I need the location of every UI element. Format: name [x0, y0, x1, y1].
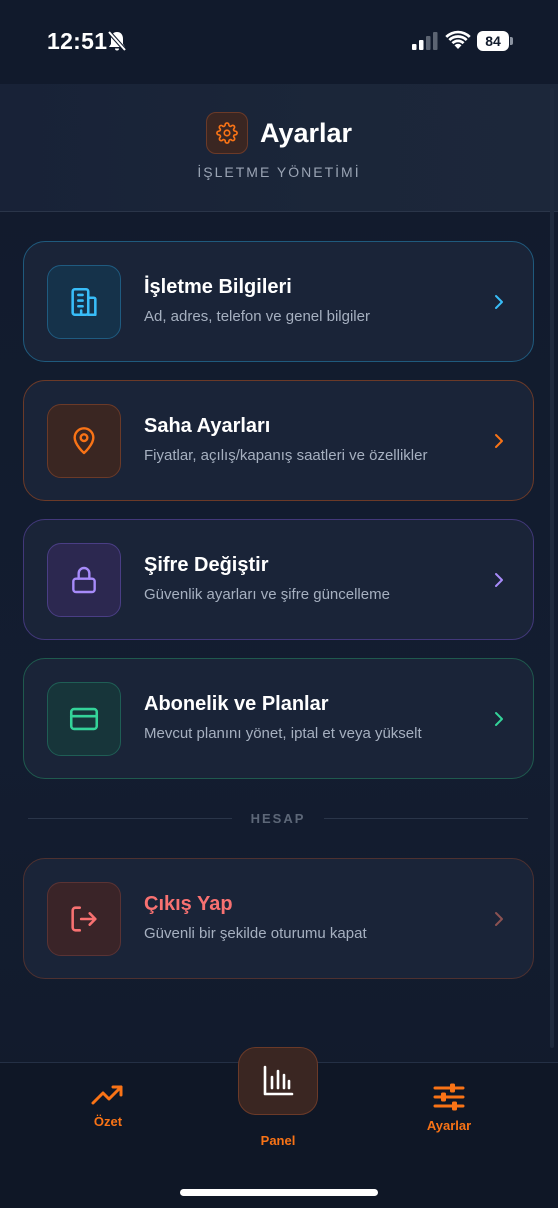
scroll-indicator[interactable] — [550, 88, 554, 1048]
battery-level: 84 — [477, 31, 509, 51]
page-header: Ayarlar İŞLETME YÖNETİMİ — [0, 84, 558, 212]
bell-off-icon — [107, 30, 127, 52]
settings-card-subscription[interactable]: Abonelik ve Planlar Mevcut planını yönet… — [23, 658, 534, 779]
building-icon — [47, 265, 121, 339]
settings-screen: 12:51 84 Ayarlar İŞLETME YÖNETİMİ İşletm… — [0, 0, 558, 1208]
panel-button[interactable] — [238, 1047, 318, 1115]
card-description: Mevcut planını yönet, iptal et veya yüks… — [144, 725, 422, 742]
page-title: Ayarlar — [259, 117, 353, 148]
bar-chart-icon — [263, 1065, 294, 1096]
battery-indicator: 84 — [477, 31, 513, 51]
wifi-icon — [445, 30, 471, 49]
chevron-right-icon — [495, 912, 503, 926]
nav-item-ozet[interactable]: Özet — [68, 1081, 148, 1129]
card-description: Güvenli bir şekilde oturumu kapat — [144, 925, 367, 942]
map-pin-icon — [47, 404, 121, 478]
card-title: Şifre Değiştir — [144, 554, 269, 576]
card-description: Ad, adres, telefon ve genel bilgiler — [144, 308, 370, 325]
status-bar: 12:51 84 — [0, 0, 558, 84]
divider-right — [324, 818, 528, 819]
card-title: Saha Ayarları — [144, 415, 271, 437]
home-indicator[interactable] — [180, 1189, 378, 1196]
bottom-nav: Özet Panel Ayarlar — [0, 1047, 558, 1208]
cellular-signal-icon — [412, 32, 438, 50]
chevron-right-icon — [495, 573, 503, 587]
chevron-right-icon — [495, 434, 503, 448]
gear-icon — [205, 112, 248, 154]
divider-left — [28, 818, 232, 819]
logout-icon — [47, 882, 121, 956]
logout-card[interactable]: Çıkış Yap Güvenli bir şekilde oturumu ka… — [23, 858, 534, 979]
lock-icon — [47, 543, 121, 617]
chevron-right-icon — [495, 295, 503, 309]
trending-up-icon — [91, 1085, 123, 1105]
battery-tip — [510, 37, 513, 45]
nav-item-panel[interactable]: Panel — [238, 1047, 318, 1148]
nav-label-ayarlar: Ayarlar — [426, 1118, 472, 1133]
nav-item-ayarlar[interactable]: Ayarlar — [409, 1081, 489, 1133]
chevron-right-icon — [495, 712, 503, 726]
header-title-row: Ayarlar — [0, 112, 558, 154]
nav-label-panel: Panel — [260, 1133, 296, 1148]
status-time: 12:51 — [47, 28, 108, 54]
card-description: Fiyatlar, açılış/kapanış saatleri ve öze… — [144, 447, 428, 464]
card-title: Abonelik ve Planlar — [144, 693, 329, 715]
settings-card-business-info[interactable]: İşletme Bilgileri Ad, adres, telefon ve … — [23, 241, 534, 362]
settings-card-change-password[interactable]: Şifre Değiştir Güvenlik ayarları ve şifr… — [23, 519, 534, 640]
card-description: Güvenlik ayarları ve şifre güncelleme — [144, 586, 390, 603]
nav-label-ozet: Özet — [93, 1114, 123, 1129]
page-subtitle: İŞLETME YÖNETİMİ — [197, 164, 361, 180]
credit-card-icon — [47, 682, 121, 756]
card-title: İşletme Bilgileri — [144, 276, 292, 298]
card-title: Çıkış Yap — [144, 893, 233, 915]
settings-card-field-settings[interactable]: Saha Ayarları Fiyatlar, açılış/kapanış s… — [23, 380, 534, 501]
section-label-account: HESAP — [250, 811, 306, 826]
sliders-icon — [433, 1083, 465, 1111]
